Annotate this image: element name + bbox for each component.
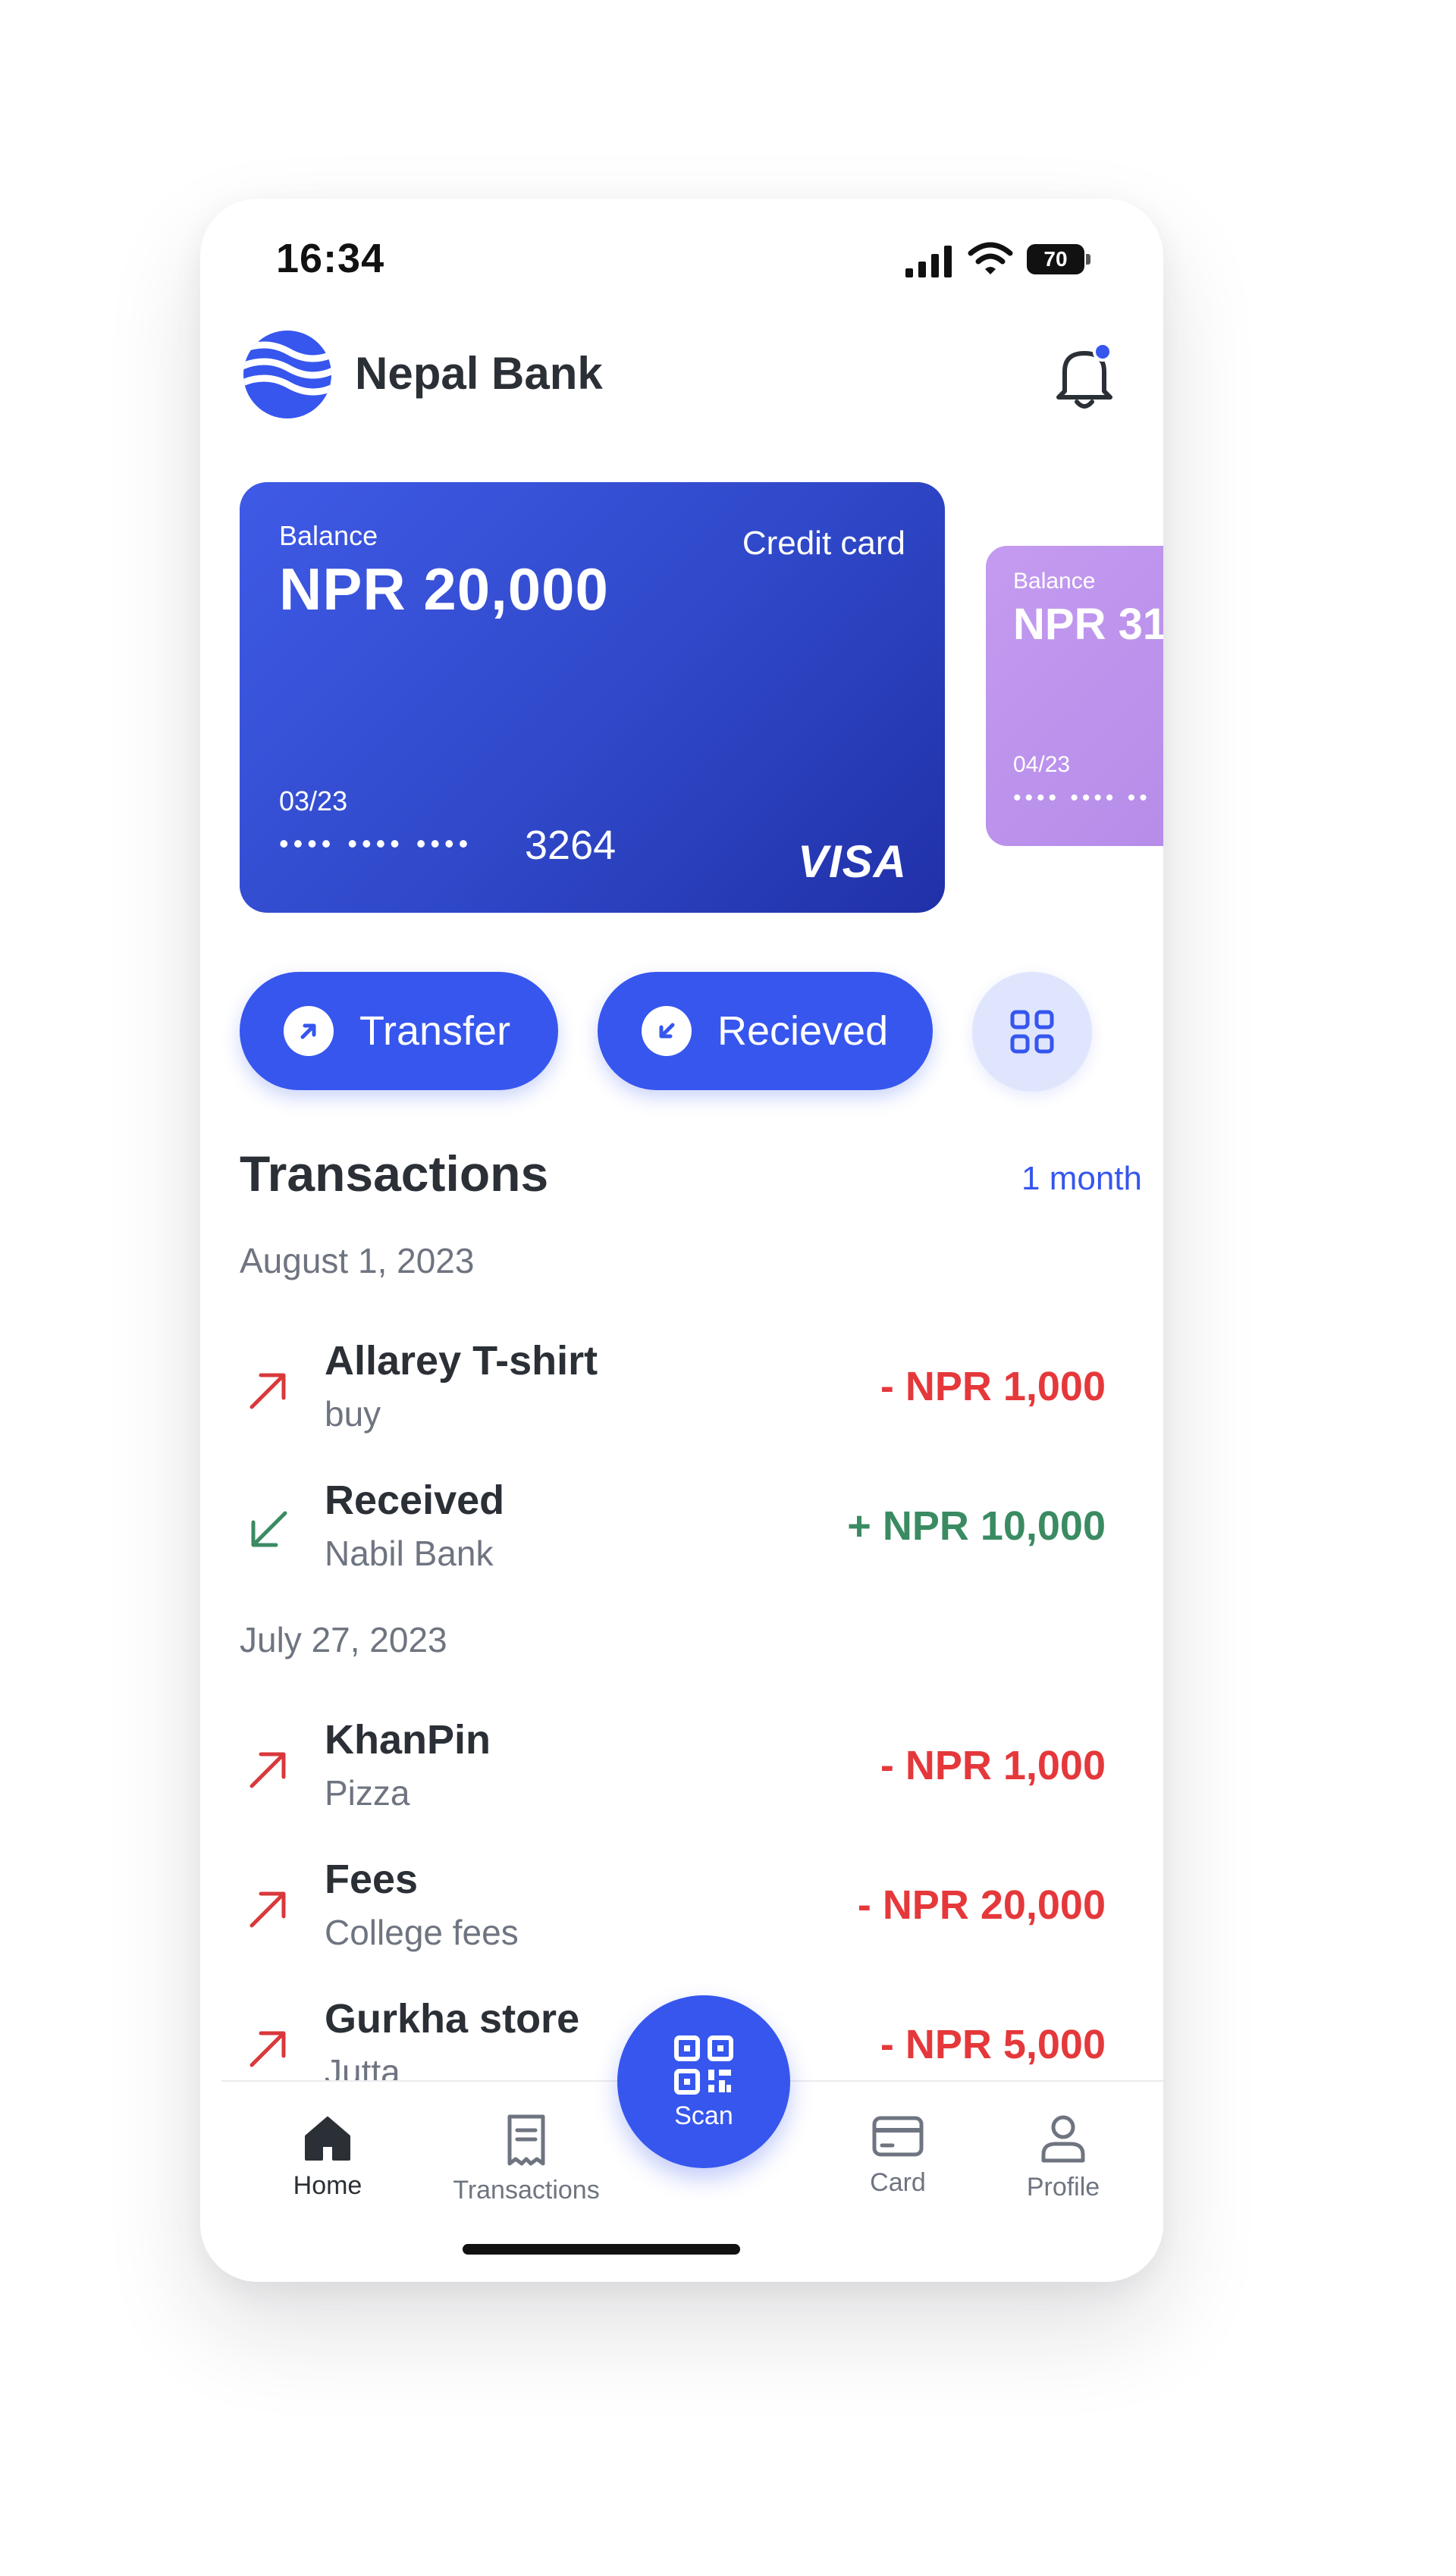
transaction-amount: - NPR 1,000 [880,1743,1106,1788]
incoming-arrow-icon [251,1511,287,1547]
receipt-icon [507,2114,545,2166]
more-actions-button[interactable] [972,972,1092,1092]
received-button[interactable]: Recieved [598,972,933,1090]
outgoing-arrow-icon [249,1752,286,1788]
card-balance-amount: NPR 20,000 [279,556,609,622]
transaction-row[interactable]: Allarey T-shirt buy - NPR 1,000 [240,1336,1127,1457]
transfer-label: Transfer [359,1008,511,1054]
qr-code-icon [674,2035,733,2095]
arrow-down-left-icon [642,1006,692,1056]
transfer-button[interactable]: Transfer [240,972,558,1090]
card-secondary[interactable]: Balance NPR 31 04/23 •••• •••• •• [986,546,1163,846]
transaction-name: Gurkha store [325,1996,580,2042]
credit-card-main[interactable]: Balance NPR 20,000 Credit card 03/23 •••… [240,482,945,913]
nav-profile[interactable]: Profile [980,2114,1147,2202]
nav-card[interactable]: Card [814,2114,981,2198]
nav-transactions[interactable]: Transactions [443,2114,610,2205]
transaction-name: Allarey T-shirt [325,1338,598,1384]
card2-balance-amount: NPR 31 [1013,600,1163,649]
received-label: Recieved [717,1008,889,1054]
battery-level: 70 [1043,247,1068,271]
home-indicator [463,2244,740,2255]
transaction-amount: - NPR 20,000 [857,1882,1106,1928]
scan-label: Scan [674,2101,733,2130]
nav-profile-label: Profile [1026,2173,1100,2202]
visa-logo: VISA [797,836,907,887]
nav-home[interactable]: Home [244,2114,411,2201]
transaction-amount: - NPR 1,000 [880,1364,1106,1409]
transactions-title: Transactions [240,1145,549,1202]
transaction-amount: - NPR 5,000 [880,2022,1106,2067]
card-expiry: 03/23 [279,785,348,816]
transaction-subtitle: buy [325,1394,381,1434]
date-header: July 27, 2023 [240,1620,447,1659]
transaction-subtitle: College fees [325,1913,519,1952]
outgoing-arrow-icon [249,1373,286,1409]
outgoing-arrow-icon [249,1891,286,1928]
outgoing-arrow-icon [249,2031,286,2067]
home-icon [305,2117,350,2161]
card-last-four: 3264 [525,823,617,868]
nav-card-label: Card [870,2168,926,2197]
nav-home-label: Home [293,2171,362,2200]
transaction-row[interactable]: Fees College fees - NPR 20,000 [240,1854,1127,1976]
nav-transactions-label: Transactions [453,2176,600,2205]
arrow-up-right-icon [284,1006,334,1056]
transaction-row[interactable]: KhanPin Pizza - NPR 1,000 [240,1715,1127,1836]
wifi-icon [968,242,1013,274]
phone-frame: 16:34 70 Nepal Bank Balance NPR 20,000 C… [200,199,1163,2282]
battery-icon: 70 [1027,244,1090,274]
bank-logo-icon [243,331,331,418]
transaction-name: Received [325,1478,505,1523]
notification-bell-icon[interactable] [1050,338,1119,414]
profile-icon [1041,2115,1085,2163]
bank-name: Nepal Bank [355,348,603,399]
card-balance-label: Balance [279,520,378,551]
date-header: August 1, 2023 [240,1241,475,1280]
transaction-row[interactable]: Received Nabil Bank + NPR 10,000 [240,1475,1127,1597]
transaction-subtitle: Nabil Bank [325,1534,494,1573]
grid-icon [1010,1010,1054,1054]
signal-icon [905,246,952,277]
card-masked-number: •••• •••• •••• [279,828,473,859]
card2-expiry: 04/23 [1013,752,1071,777]
status-time: 16:34 [276,236,385,281]
time-range-filter[interactable]: 1 month [1021,1160,1142,1198]
card2-balance-label: Balance [1013,569,1096,594]
transaction-name: Fees [325,1857,419,1902]
transaction-amount: + NPR 10,000 [847,1503,1106,1549]
scan-button[interactable]: Scan [617,1995,790,2168]
card2-masked-number: •••• •••• •• [1013,785,1151,810]
transaction-subtitle: Pizza [325,1773,410,1813]
transaction-name: KhanPin [325,1717,491,1763]
card-icon [872,2116,924,2157]
card-type: Credit card [742,525,905,562]
